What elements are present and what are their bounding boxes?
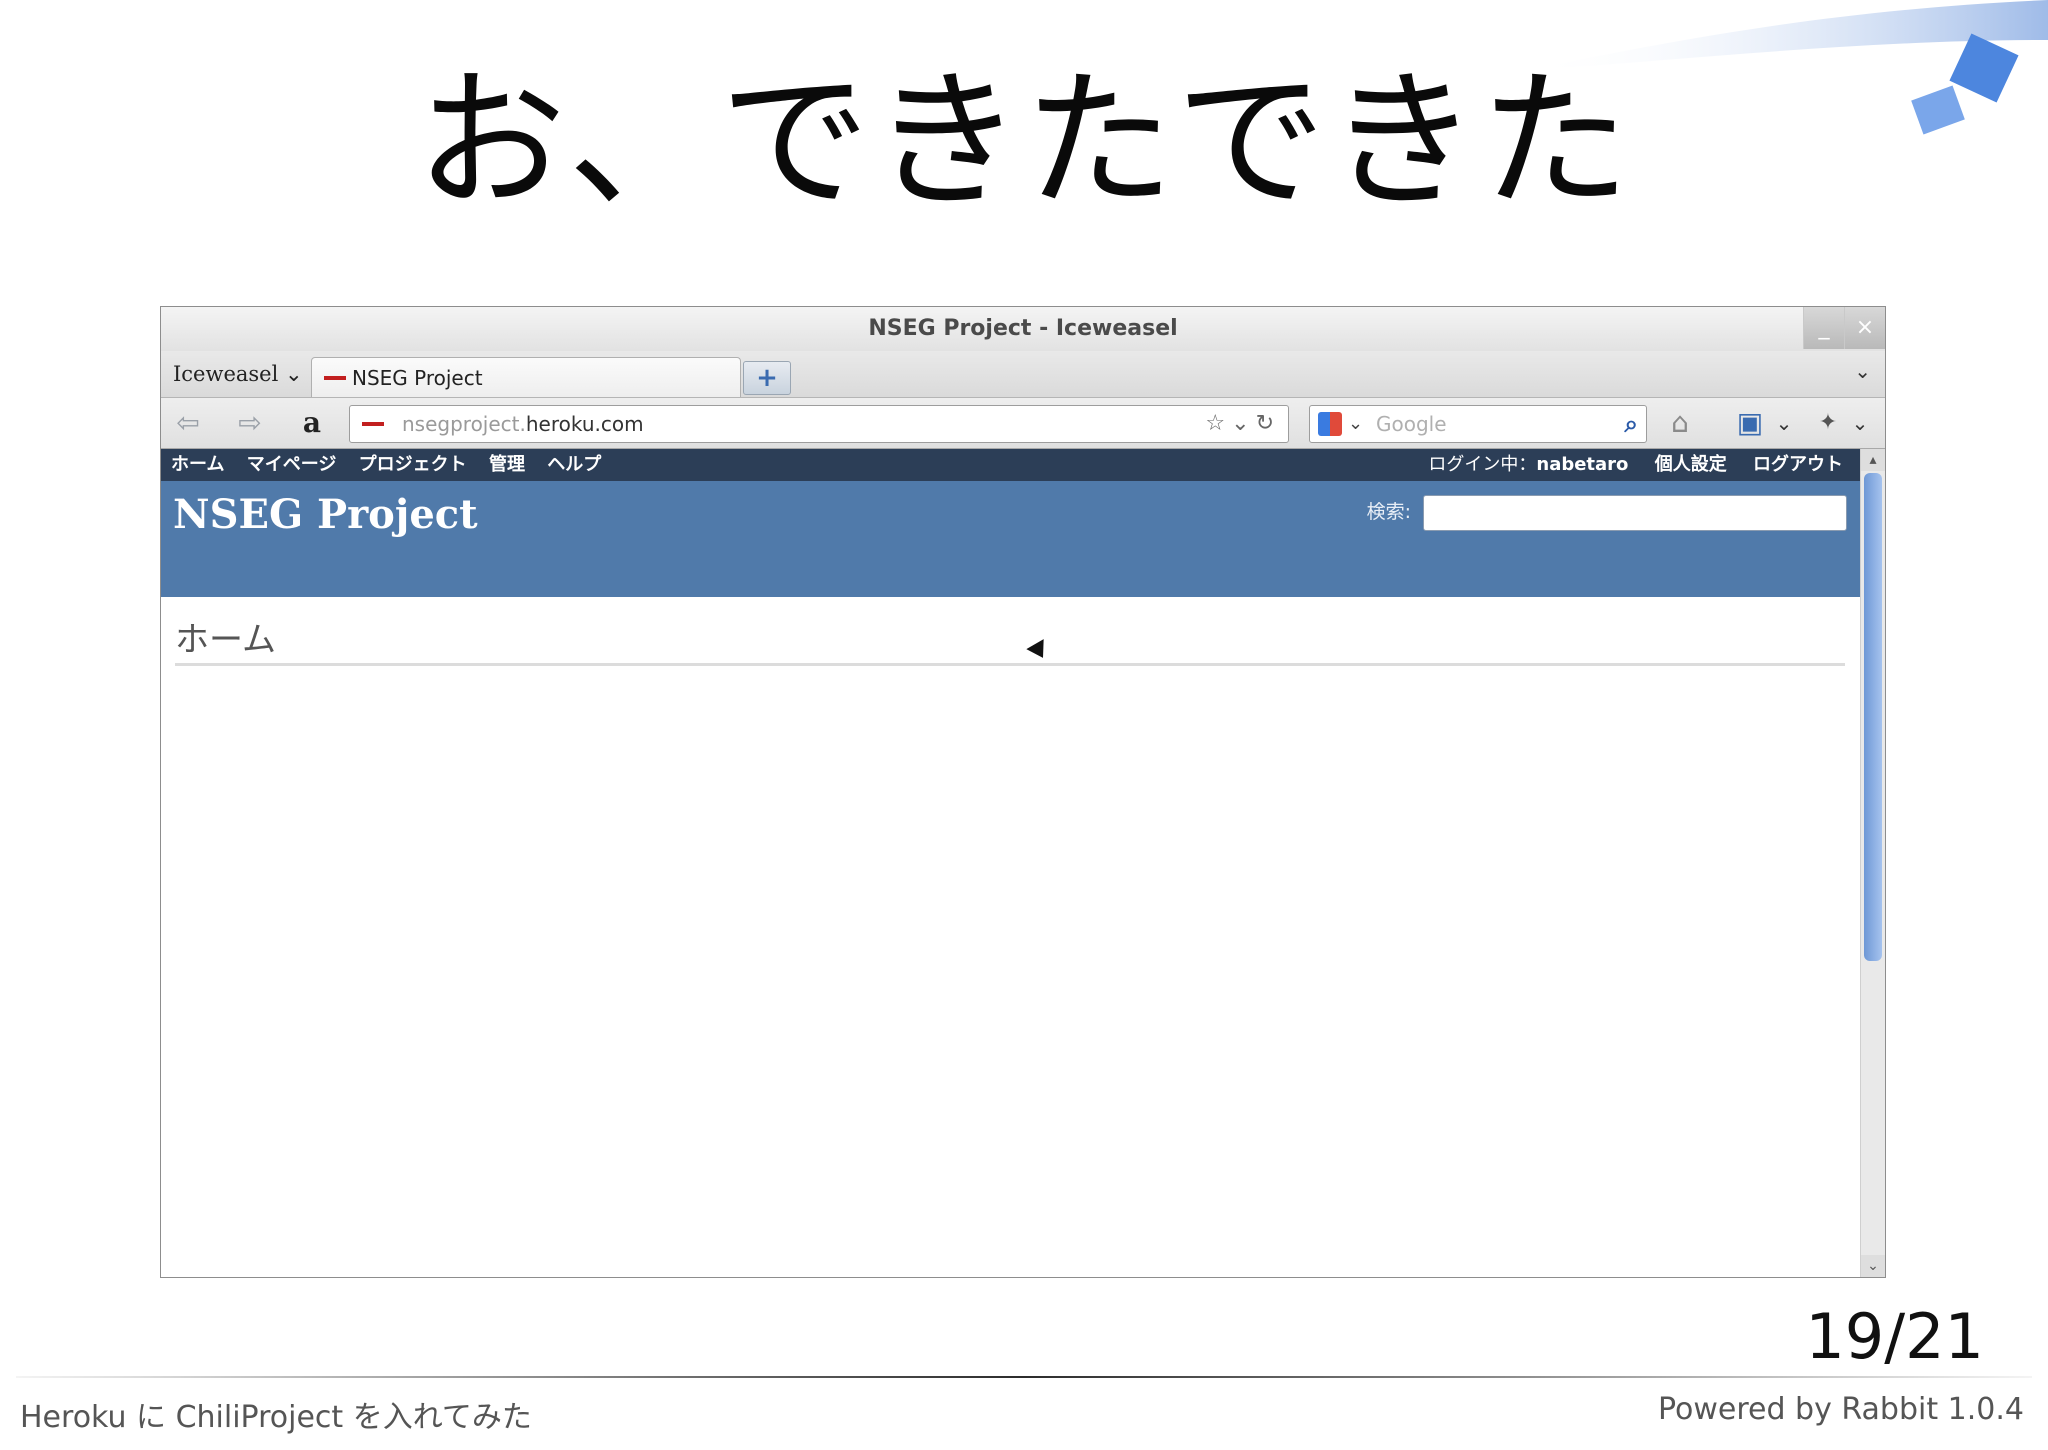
scrollbar-thumb[interactable] [1864, 473, 1882, 961]
menu-home[interactable]: ホーム [171, 454, 224, 475]
menu-my-account[interactable]: 個人設定 [1655, 454, 1727, 475]
app-menu-label: Iceweasel [173, 362, 279, 386]
url-domain: heroku.com [525, 412, 644, 436]
quick-search-input[interactable] [1423, 495, 1847, 531]
scroll-down-icon[interactable]: ⌄ [1861, 1255, 1885, 1277]
bookmarks-icon[interactable]: ▣ [1733, 406, 1767, 440]
search-box[interactable]: ⌄ Google ⌕ [1309, 405, 1647, 443]
search-engine-icon[interactable] [1318, 412, 1342, 436]
window-title: NSEG Project - Iceweasel [868, 316, 1178, 341]
slide-title: お、できたできた [415, 55, 1632, 229]
tab-nseg-project[interactable]: NSEG Project [311, 357, 741, 397]
footer-presentation-title: Heroku に ChiliProject を入れてみた [20, 1400, 532, 1435]
app-menu-button[interactable]: Iceweasel ⌄ [173, 359, 303, 389]
top-menu-left: ホーム マイページ プロジェクト 管理 ヘルプ [171, 449, 617, 481]
window-controls: _ × [1803, 307, 1885, 349]
chevron-down-icon[interactable]: ⌄ [1231, 411, 1255, 436]
chevron-down-icon[interactable]: ⌄ [1843, 406, 1877, 440]
top-menu: ホーム マイページ プロジェクト 管理 ヘルプ ログイン中：nabetaro 個… [161, 449, 1861, 481]
menu-admin[interactable]: 管理 [489, 454, 525, 475]
menu-my-page[interactable]: マイページ [247, 454, 337, 475]
top-menu-right: ログイン中：nabetaro 個人設定 ログアウト [1388, 449, 1843, 481]
chevron-down-icon: ⌄ [285, 362, 303, 386]
search-placeholder: Google [1376, 412, 1447, 436]
tab-label: NSEG Project [352, 366, 483, 390]
navigation-toolbar: ⇦ ⇨ a nsegproject.heroku.com ☆⌄↻ ⌄ Googl… [161, 398, 1885, 449]
menu-help[interactable]: ヘルプ [547, 454, 601, 475]
page-heading: ホーム [175, 617, 1845, 666]
chevron-down-icon[interactable]: ⌄ [1854, 359, 1871, 383]
project-name: NSEG Project [173, 491, 478, 538]
bookmark-star-icon[interactable]: ☆ [1205, 411, 1231, 436]
addons-icon[interactable]: ✦ [1811, 406, 1845, 440]
logged-in-status: ログイン中：nabetaro [1408, 454, 1628, 475]
site-favicon-icon [324, 376, 346, 380]
browser-window: NSEG Project - Iceweasel _ × Iceweasel ⌄… [160, 306, 1886, 1278]
window-titlebar[interactable]: NSEG Project - Iceweasel _ × [161, 307, 1885, 351]
site-favicon-icon [362, 422, 384, 426]
reload-icon[interactable]: ↻ [1256, 411, 1280, 436]
close-icon[interactable]: × [1844, 307, 1885, 349]
url-subdomain: nsegproject. [402, 412, 526, 436]
slide-page-number: 19/21 [1805, 1300, 1984, 1373]
quick-search-label: 検索: [1366, 501, 1411, 523]
chevron-down-icon[interactable]: ⌄ [1348, 406, 1363, 442]
chevron-down-icon[interactable]: ⌄ [1767, 406, 1801, 440]
scroll-up-icon[interactable]: ▴ [1861, 449, 1885, 471]
new-tab-icon[interactable]: + [743, 361, 791, 395]
home-icon[interactable]: ⌂ [1663, 406, 1697, 440]
magnifier-icon[interactable]: ⌕ [1625, 406, 1638, 442]
footer-divider [16, 1376, 2032, 1378]
vertical-scrollbar[interactable]: ▴ ⌄ [1860, 449, 1885, 1277]
menu-logout[interactable]: ログアウト [1753, 454, 1843, 475]
url-bar[interactable]: nsegproject.heroku.com ☆⌄↻ [349, 405, 1289, 443]
menu-projects[interactable]: プロジェクト [359, 454, 467, 475]
username[interactable]: nabetaro [1536, 454, 1628, 475]
url-tools: ☆⌄↻ [1205, 406, 1280, 442]
back-icon[interactable]: ⇦ [171, 406, 205, 440]
web-page: ホーム マイページ プロジェクト 管理 ヘルプ ログイン中：nabetaro 個… [161, 449, 1861, 1277]
amazon-icon[interactable]: a [295, 406, 329, 440]
logged-in-label: ログイン中： [1428, 454, 1537, 475]
site-header: NSEG Project 検索: [161, 481, 1861, 597]
tab-bar: Iceweasel ⌄ NSEG Project + ⌄ [161, 351, 1885, 398]
footer-credit: Powered by Rabbit 1.0.4 [1657, 1392, 2024, 1427]
forward-icon[interactable]: ⇨ [233, 406, 267, 440]
minimize-icon[interactable]: _ [1803, 307, 1844, 349]
